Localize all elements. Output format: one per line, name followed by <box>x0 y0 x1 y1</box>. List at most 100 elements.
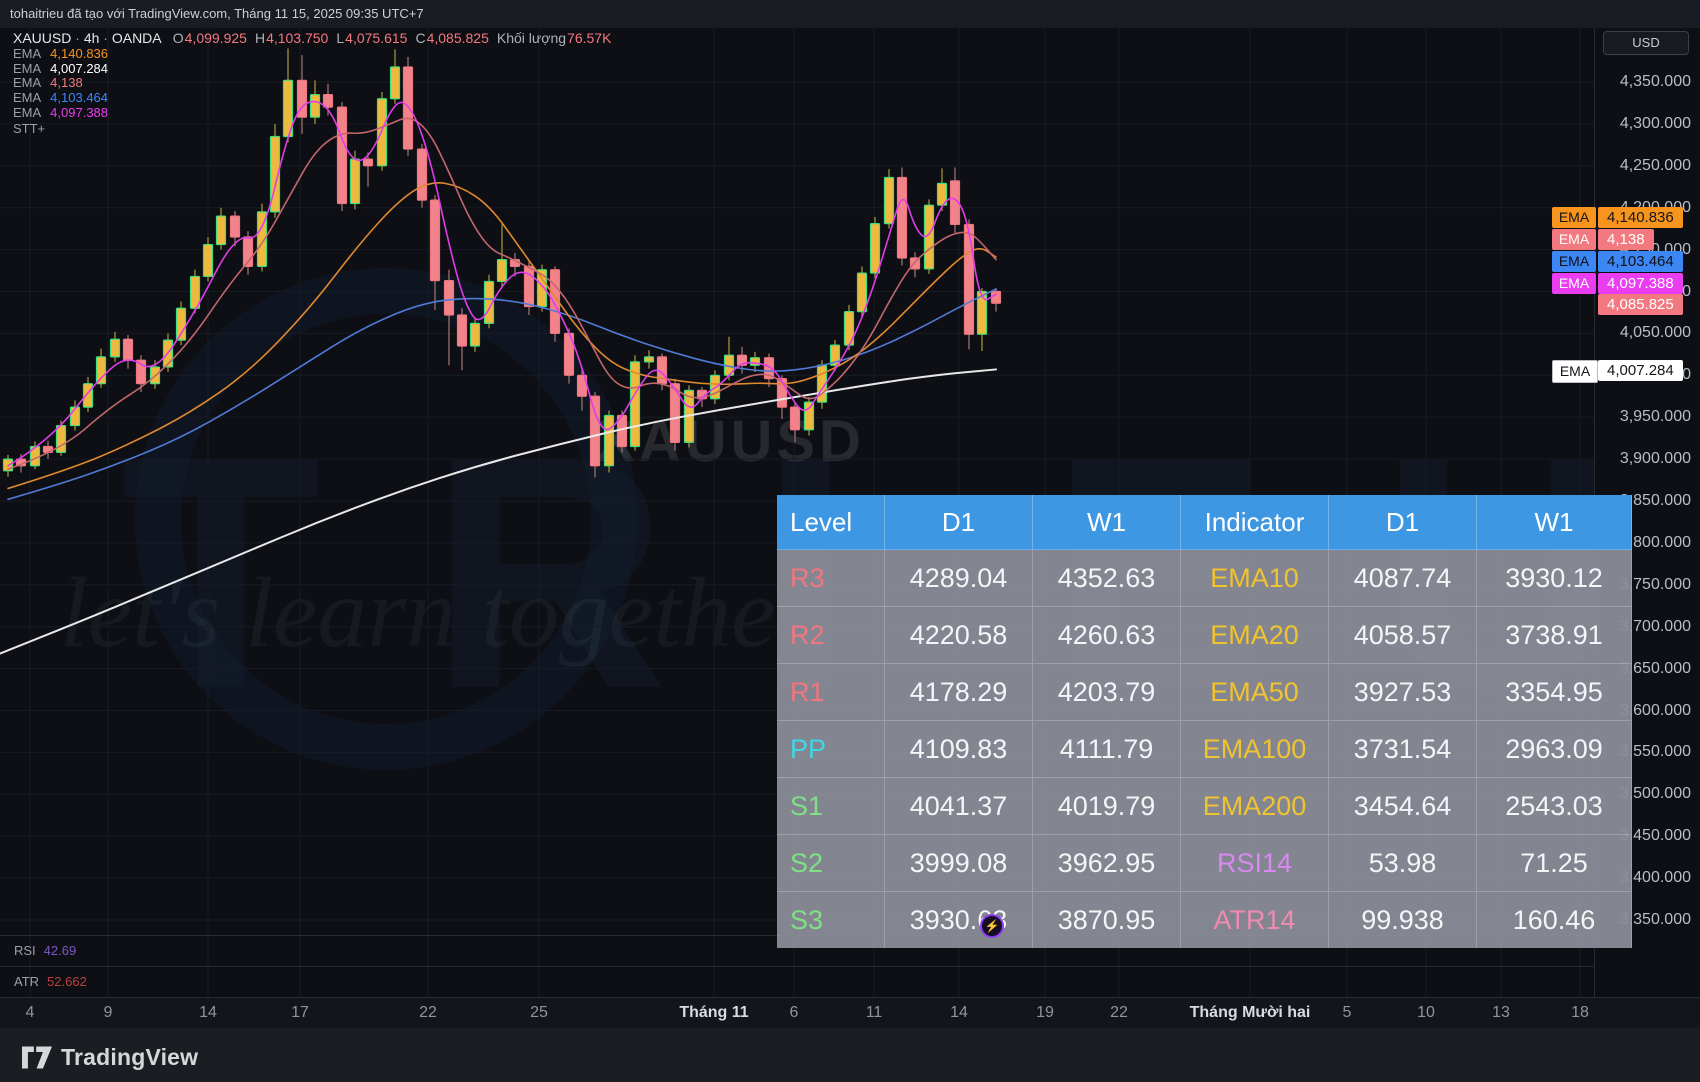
price-axis-label: 4,000.000 <box>1599 366 1691 384</box>
time-axis[interactable]: 4914172225Tháng 11611141922Tháng Mười ha… <box>0 997 1700 1029</box>
time-tick-day: 22 <box>419 998 437 1028</box>
table-cell: EMA20 <box>1181 607 1329 664</box>
ohlc-field-label: L <box>336 30 344 46</box>
table-cell: 4178.29 <box>885 664 1033 721</box>
ema-legend-value: 4,103.464 <box>50 90 108 105</box>
time-tick-day: 10 <box>1417 998 1435 1028</box>
atr-pane-legend[interactable]: ATR 52.662 <box>14 974 87 989</box>
table-cell: 4220.58 <box>885 607 1033 664</box>
ohlc-field-value: 4,099.925 <box>185 30 247 46</box>
ohlc-readout: O4,099.925H4,103.750L4,075.615C4,085.825… <box>165 30 612 46</box>
table-cell: EMA100 <box>1181 721 1329 778</box>
table-cell: 3927.53 <box>1329 664 1477 721</box>
price-axis-label: 4,250.000 <box>1599 157 1691 175</box>
ohlc-field-label: O <box>173 30 184 46</box>
lightning-icon[interactable]: ⚡ <box>980 914 1004 938</box>
time-tick-day: 22 <box>1110 998 1128 1028</box>
chart-legend: XAUUSD · 4h · OANDA O4,099.925H4,103.750… <box>13 30 611 136</box>
symbol-interval[interactable]: 4h <box>84 30 100 46</box>
table-cell: PP <box>777 721 885 778</box>
rsi-pane-legend[interactable]: RSI 42.69 <box>14 943 76 958</box>
ema-legend-label: EMA <box>13 105 41 120</box>
table-header-cell: Indicator <box>1181 495 1329 550</box>
ema-legend: EMA4,140.836EMA4,007.284EMA4,138EMA4,103… <box>13 47 611 120</box>
atr-label[interactable]: ATR <box>14 974 39 989</box>
window-titlebar: tohaitrieu đã tạo với TradingView.com, T… <box>0 0 1700 28</box>
table-cell: 2963.09 <box>1477 721 1632 778</box>
time-tick-day: 11 <box>866 998 883 1028</box>
symbol-name[interactable]: XAUUSD <box>13 30 71 46</box>
ema-legend-label: EMA <box>13 75 41 90</box>
table-header-cell: W1 <box>1033 495 1181 550</box>
table-cell: 3870.95 <box>1033 892 1181 949</box>
table-cell: 4019.79 <box>1033 778 1181 835</box>
currency-toggle-button[interactable]: USD <box>1603 31 1689 55</box>
atr-value: 52.662 <box>47 974 87 989</box>
ohlc-field-value: 4,085.825 <box>427 30 489 46</box>
table-cell: 3738.91 <box>1477 607 1632 664</box>
price-axis-label: 4,150.000 <box>1599 241 1691 259</box>
time-tick-month: Tháng 11 <box>679 998 748 1028</box>
table-row: S14041.374019.79EMA2003454.642543.03 <box>777 778 1632 835</box>
table-cell: S1 <box>777 778 885 835</box>
table-cell: 3999.08 <box>885 835 1033 892</box>
table-cell: 53.98 <box>1329 835 1477 892</box>
ema-legend-row[interactable]: EMA4,097.388 <box>13 106 611 121</box>
price-axis-label: 4,350.000 <box>1599 73 1691 91</box>
table-cell: 4109.83 <box>885 721 1033 778</box>
table-row: R34289.044352.63EMA104087.743930.12 <box>777 550 1632 607</box>
pivot-indicator-table[interactable]: LevelD1W1IndicatorD1W1 R34289.044352.63E… <box>777 495 1632 948</box>
price-axis-label: 4,300.000 <box>1599 115 1691 133</box>
ema-legend-row[interactable]: EMA 4,138 <box>13 76 611 91</box>
time-tick-day: 6 <box>790 998 799 1028</box>
ema-legend-value: 4,140.836 <box>50 46 108 61</box>
table-cell: ATR14 <box>1181 892 1329 949</box>
titlebar-text: tohaitrieu đã tạo với TradingView.com, T… <box>10 6 424 21</box>
table-header-row: LevelD1W1IndicatorD1W1 <box>777 495 1632 550</box>
ema-legend-value: 4,138 <box>50 75 83 90</box>
time-tick-day: 14 <box>199 998 217 1028</box>
time-tick-day: 14 <box>950 998 968 1028</box>
table-row: S33930.633870.95ATR1499.938160.46 <box>777 892 1632 949</box>
rsi-label[interactable]: RSI <box>14 943 36 958</box>
price-axis-label: 4,100.000 <box>1599 283 1691 301</box>
table-header-cell: D1 <box>1329 495 1477 550</box>
time-tick-day: 9 <box>104 998 113 1028</box>
ema-legend-row[interactable]: EMA 4,103.464 <box>13 91 611 106</box>
table-cell: 3354.95 <box>1477 664 1632 721</box>
table-cell: 4041.37 <box>885 778 1033 835</box>
time-tick-month: Tháng Mười hai <box>1190 998 1311 1028</box>
table-cell: 4352.63 <box>1033 550 1181 607</box>
symbol-line[interactable]: XAUUSD · 4h · OANDA O4,099.925H4,103.750… <box>13 30 611 47</box>
ema-legend-row[interactable]: EMA4,007.284 <box>13 62 611 77</box>
symbol-exchange[interactable]: OANDA <box>112 30 161 46</box>
table-cell: 4203.79 <box>1033 664 1181 721</box>
pane-divider[interactable] <box>0 966 1594 967</box>
table-header-cell: W1 <box>1477 495 1632 550</box>
table-cell: 4111.79 <box>1033 721 1181 778</box>
ohlc-field-label: C <box>415 30 425 46</box>
tradingview-chart-window: tohaitrieu đã tạo với TradingView.com, T… <box>0 0 1700 1082</box>
time-tick-day: 5 <box>1343 998 1352 1028</box>
tradingview-logo-text: TradingView <box>61 1044 198 1071</box>
price-axis-label: 4,200.000 <box>1599 199 1691 217</box>
table-cell: 4058.57 <box>1329 607 1477 664</box>
table-cell: 71.25 <box>1477 835 1632 892</box>
time-tick-day: 17 <box>291 998 309 1028</box>
time-tick-day: 18 <box>1571 998 1589 1028</box>
table-header-cell: D1 <box>885 495 1033 550</box>
ohlc-field-value: 76.57K <box>567 30 611 46</box>
tradingview-logo[interactable]: TradingView <box>22 1044 198 1071</box>
indicator-stt[interactable]: STT+ <box>13 121 611 136</box>
table-cell: EMA200 <box>1181 778 1329 835</box>
ema-legend-label: EMA <box>13 90 41 105</box>
table-cell: 160.46 <box>1477 892 1632 949</box>
table-cell: 3930.12 <box>1477 550 1632 607</box>
table-cell: EMA50 <box>1181 664 1329 721</box>
table-cell: RSI14 <box>1181 835 1329 892</box>
table-header-cell: Level <box>777 495 885 550</box>
rsi-value: 42.69 <box>44 943 77 958</box>
ema-legend-row[interactable]: EMA4,140.836 <box>13 47 611 62</box>
table-cell: EMA10 <box>1181 550 1329 607</box>
table-row: S23999.083962.95RSI1453.9871.25 <box>777 835 1632 892</box>
